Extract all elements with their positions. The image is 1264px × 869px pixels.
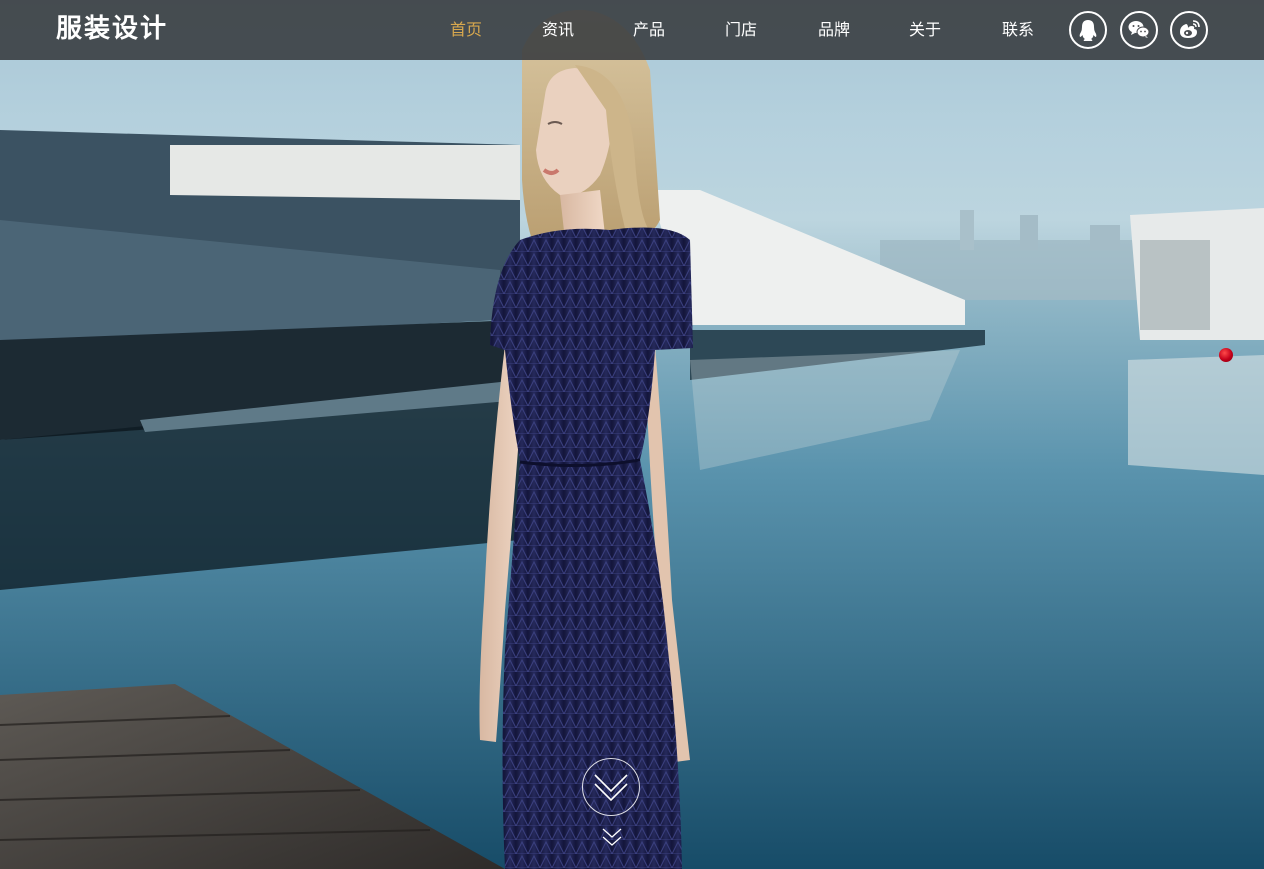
nav-item-products[interactable]: 产品 xyxy=(633,0,665,60)
nav-item-contact[interactable]: 联系 xyxy=(1002,0,1034,60)
wechat-icon[interactable] xyxy=(1120,11,1158,49)
slider-dot-active[interactable] xyxy=(1219,348,1233,362)
nav-item-about[interactable]: 关于 xyxy=(909,0,941,60)
hero-banner-image xyxy=(0,0,1264,869)
hero-scene xyxy=(0,9,1264,869)
nav-item-stores[interactable]: 门店 xyxy=(725,0,757,60)
nav-item-news[interactable]: 资讯 xyxy=(542,0,574,60)
chevron-double-down-icon xyxy=(594,774,628,802)
chevron-down-icon xyxy=(602,828,622,846)
weibo-icon[interactable] xyxy=(1170,11,1208,49)
qq-icon[interactable] xyxy=(1069,11,1107,49)
top-navbar: 服装设计 首页 资讯 产品 门店 品牌 关于 联系 xyxy=(0,0,1264,60)
nav-item-brand[interactable]: 品牌 xyxy=(818,0,850,60)
scroll-down-button[interactable] xyxy=(582,758,640,816)
page: 服装设计 首页 资讯 产品 门店 品牌 关于 联系 xyxy=(0,0,1264,869)
nav-item-home[interactable]: 首页 xyxy=(450,0,482,60)
site-logo[interactable]: 服装设计 xyxy=(56,12,168,46)
